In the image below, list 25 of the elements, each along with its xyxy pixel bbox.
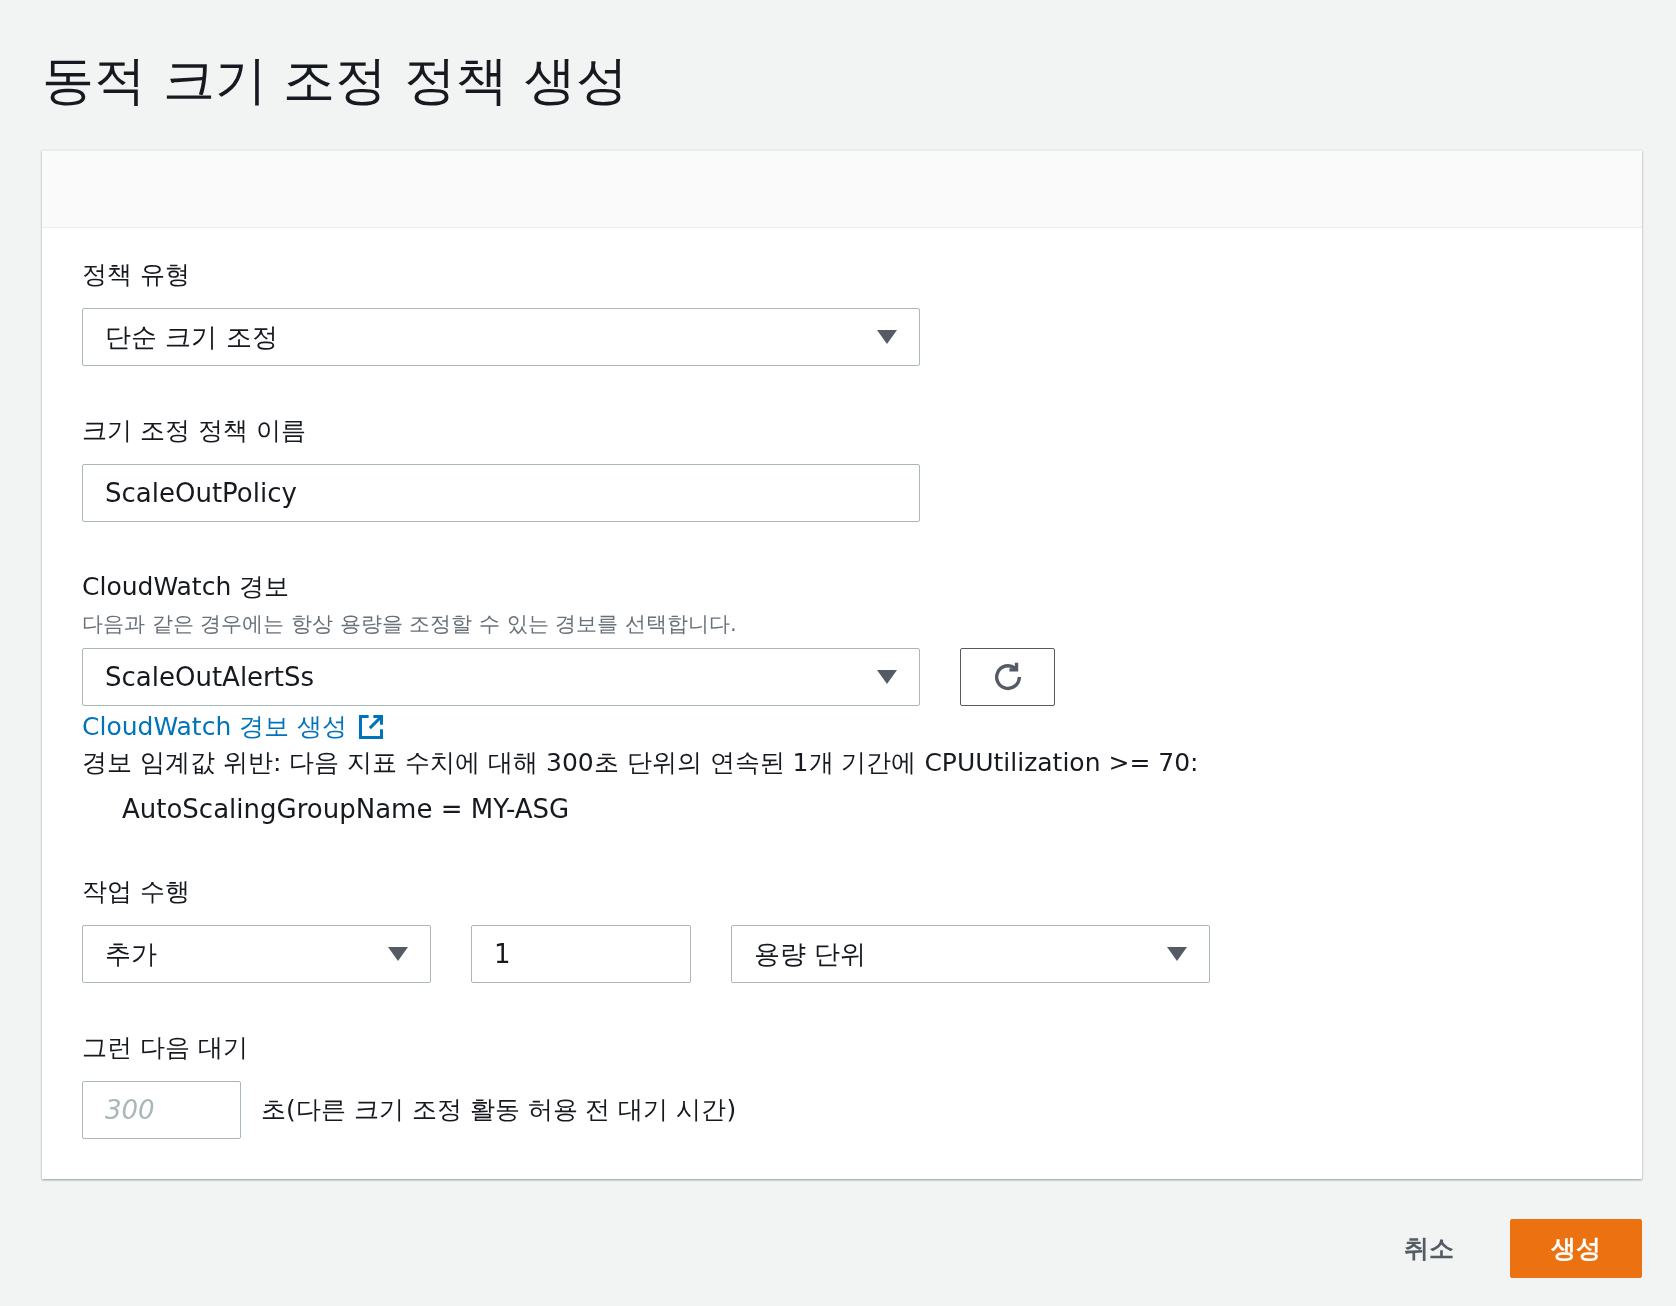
field-label: CloudWatch 경보 (82, 571, 291, 603)
create-alarm-link[interactable]: CloudWatch 경보 생성 (82, 710, 386, 743)
field-label: 크기 조정 정책 이름 (82, 415, 307, 447)
field-label: 정책 유형 (82, 259, 191, 291)
external-link-icon (357, 712, 386, 741)
caret-down-icon (388, 947, 408, 961)
policy-type-select[interactable]: 단순 크기 조정 (82, 308, 920, 366)
caret-down-icon (1167, 947, 1187, 961)
amount-input[interactable]: 1 (471, 925, 691, 983)
alarm-dimension-text: AutoScalingGroupName = MY-ASG (121, 793, 571, 826)
field-label: 그런 다음 대기 (82, 1032, 249, 1064)
unit-select[interactable]: 용량 단위 (731, 925, 1210, 983)
cooldown-input[interactable]: 300 (82, 1081, 241, 1139)
alarm-select[interactable]: ScaleOutAlertSs (82, 648, 920, 706)
caret-down-icon (877, 670, 897, 684)
cooldown-suffix-text: 초(다른 크기 조정 활동 허용 전 대기 시간) (261, 1094, 737, 1126)
operation-select[interactable]: 추가 (82, 925, 431, 983)
field-label: 작업 수행 (82, 876, 191, 908)
cancel-button[interactable]: 취소 (1404, 1219, 1454, 1278)
alarm-breach-text: 경보 임계값 위반: 다음 지표 수치에 대해 300초 단위의 연속된 1개 기간에 CPUUtilization >= 70: (82, 747, 1200, 779)
refresh-button[interactable] (960, 648, 1055, 706)
field-hint: 다음과 같은 경우에는 항상 용량을 조정할 수 있는 경보를 선택합니다. (82, 611, 738, 638)
page-title: 동적 크기 조정 정책 생성 (42, 49, 630, 112)
policy-name-input[interactable]: ScaleOutPolicy (82, 464, 920, 522)
caret-down-icon (877, 330, 897, 344)
